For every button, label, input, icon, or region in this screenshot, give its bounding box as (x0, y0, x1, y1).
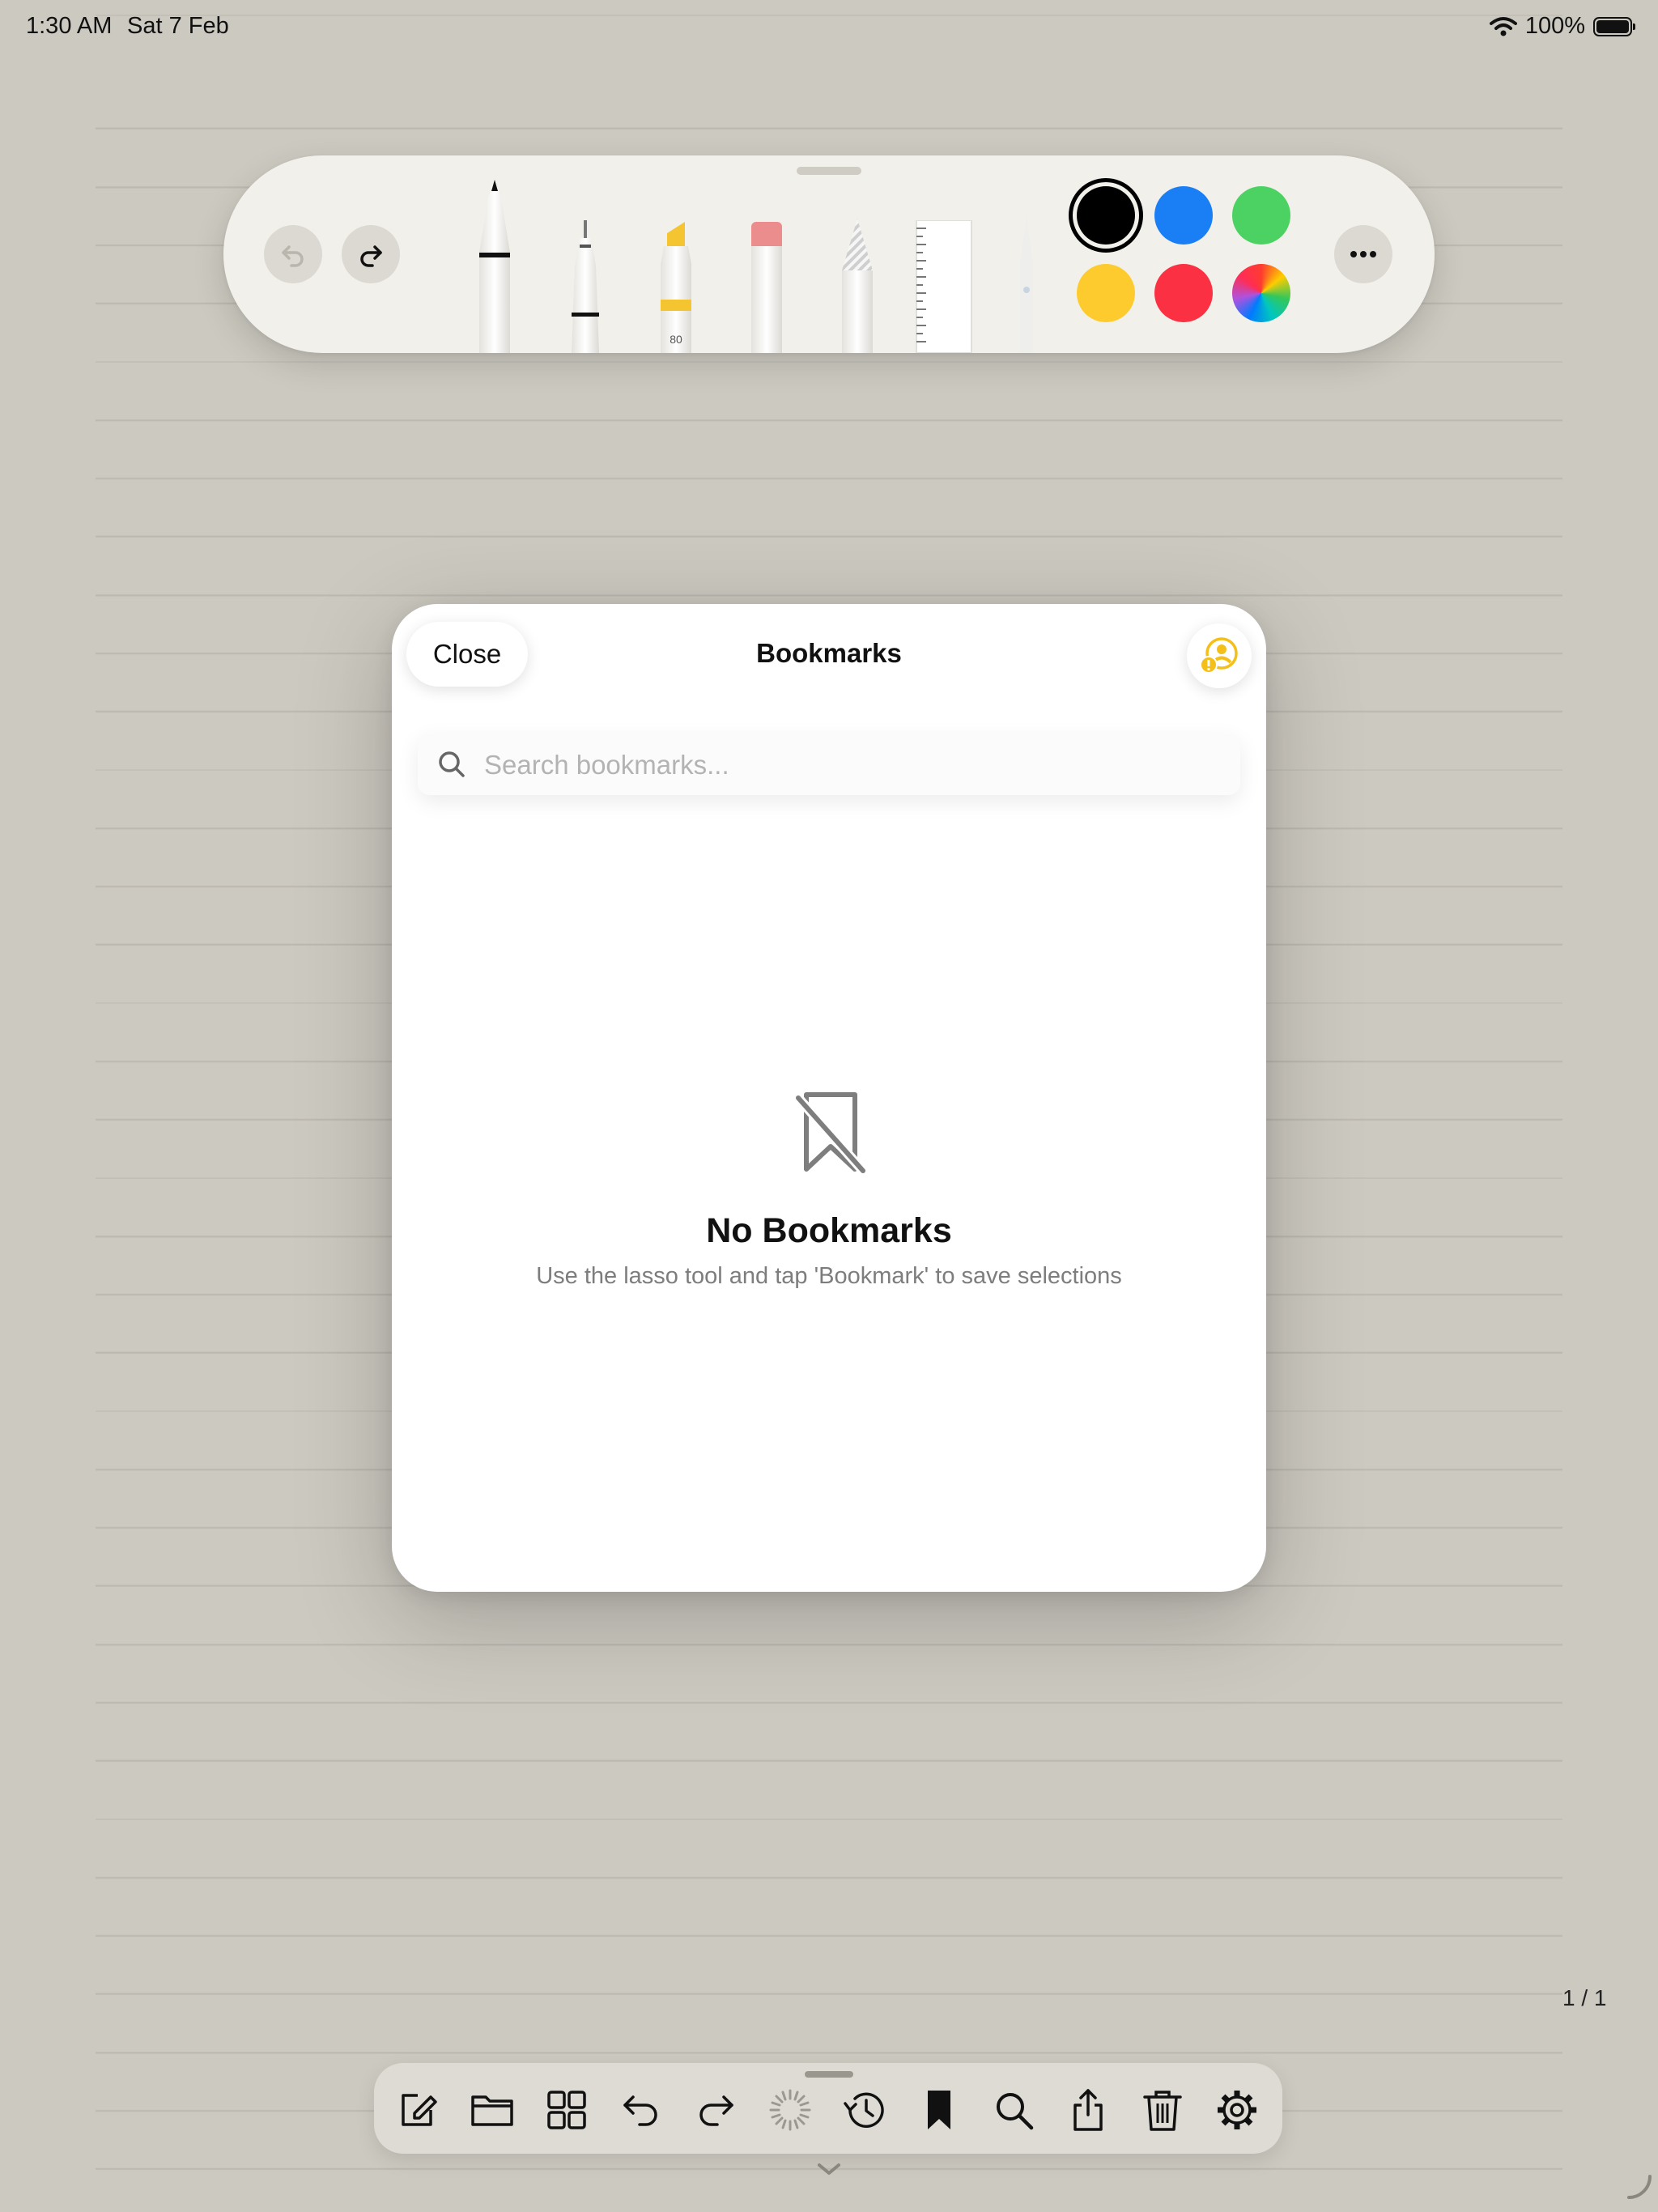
empty-state-subtitle: Use the lasso tool and tap 'Bookmark' to… (536, 1263, 1122, 1289)
redo-button[interactable] (690, 2084, 742, 2136)
status-right: 100% (1489, 13, 1635, 40)
pen-tool-icon[interactable] (473, 180, 517, 353)
redo-icon (699, 2095, 733, 2126)
more-options-button[interactable] (1334, 225, 1392, 283)
bottom-toolbar (374, 2063, 1282, 2154)
color-swatch-blue[interactable] (1154, 186, 1213, 245)
ellipsis-icon (1350, 251, 1376, 257)
fineliner-tool-icon[interactable] (563, 220, 607, 353)
search-icon (997, 2093, 1034, 2130)
status-time: 1:30 AM (26, 13, 113, 39)
battery-percent: 100% (1524, 13, 1585, 39)
color-swatch-red[interactable] (1154, 264, 1213, 322)
collapse-toolbar-chevron-icon[interactable] (814, 2160, 844, 2178)
toolbar-drag-handle[interactable] (797, 167, 861, 175)
history-icon (844, 2092, 884, 2128)
new-note-button[interactable] (392, 2084, 444, 2136)
eraser-tool-icon[interactable] (745, 222, 789, 353)
bookmarks-button[interactable] (913, 2084, 965, 2136)
panel-title: Bookmarks (756, 638, 902, 668)
undo-icon (282, 245, 304, 267)
loading-spinner-icon (769, 2089, 811, 2131)
toolbar-undo-button[interactable] (264, 225, 322, 283)
highlighter-tool-icon[interactable]: 80 (654, 222, 698, 353)
search-icon (439, 751, 465, 777)
history-button[interactable] (839, 2084, 891, 2136)
bookmark-icon (928, 2091, 950, 2129)
wifi-icon (1489, 16, 1517, 36)
color-swatch-green[interactable] (1232, 186, 1290, 245)
gear-icon (1218, 2091, 1256, 2129)
bookmark-slash-icon (794, 1092, 867, 1174)
status-bar: 1:30 AM Sat 7 Feb 100% (0, 11, 1658, 44)
resize-corner-icon (1627, 2175, 1652, 2199)
color-swatch-black[interactable] (1077, 186, 1135, 245)
battery-icon (1593, 16, 1635, 36)
folder-icon (471, 2095, 513, 2126)
page-grid-button[interactable] (541, 2084, 593, 2136)
undo-button[interactable] (615, 2084, 667, 2136)
search-button[interactable] (988, 2084, 1039, 2136)
highlighter-width-label: 80 (670, 333, 682, 346)
folder-button[interactable] (466, 2084, 518, 2136)
pen-toolbar: 80 (223, 155, 1435, 353)
undo-icon (623, 2095, 657, 2126)
ruler-tool-icon[interactable] (913, 220, 975, 353)
redo-icon (360, 245, 382, 267)
search-input[interactable] (483, 734, 1214, 797)
status-date: Sat 7 Feb (127, 13, 229, 39)
sync-status (764, 2084, 816, 2136)
page-indicator: 1 / 1 (1562, 1985, 1607, 2010)
account-warning-icon (1200, 637, 1238, 674)
trash-icon (1143, 2091, 1182, 2131)
lasso-tool-icon[interactable] (1010, 215, 1043, 353)
bottom-toolbar-drag-handle[interactable] (805, 2071, 853, 2078)
empty-state-title: No Bookmarks (706, 1211, 952, 1250)
share-button[interactable] (1062, 2084, 1114, 2136)
account-button[interactable] (1187, 623, 1252, 688)
pencil-tool-icon[interactable] (835, 219, 879, 353)
color-picker-wheel[interactable] (1232, 264, 1290, 322)
compose-icon (402, 2094, 437, 2126)
delete-button[interactable] (1137, 2084, 1188, 2136)
grid-icon (547, 2091, 586, 2129)
color-swatch-yellow[interactable] (1077, 264, 1135, 322)
toolbar-redo-button[interactable] (342, 225, 400, 283)
search-field[interactable] (418, 734, 1240, 797)
bookmarks-panel: Close Bookmarks No Bookmarks Use the las… (392, 604, 1266, 1592)
share-icon (1073, 2089, 1103, 2131)
settings-button[interactable] (1211, 2084, 1263, 2136)
